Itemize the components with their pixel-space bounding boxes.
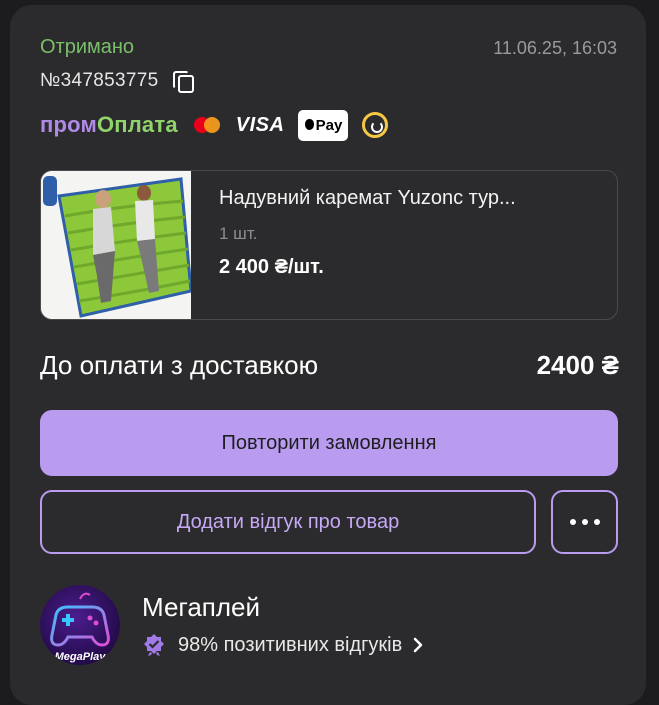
seller-rating-link[interactable]: 98% позитивних відгуків — [142, 633, 424, 657]
visa-logo: VISA — [235, 113, 285, 136]
verified-badge-icon — [144, 634, 164, 656]
prom-oplata-logo: промОплата — [40, 112, 178, 137]
copy-icon[interactable] — [172, 70, 195, 93]
repeat-order-button[interactable]: Повторити замовлення — [40, 410, 618, 476]
mastercard-icon — [192, 115, 222, 135]
order-number-row: №347853775 — [40, 70, 195, 93]
order-status: Отримано — [40, 36, 135, 58]
order-number: №347853775 — [40, 70, 159, 91]
more-dots-icon — [567, 519, 603, 525]
seller-rating-text: 98% позитивних відгуків — [178, 633, 403, 656]
total-value: 2400 ₴ — [536, 350, 619, 380]
product-quantity: 1 шт. — [219, 224, 258, 243]
add-review-button[interactable]: Додати відгук про товар — [40, 490, 536, 554]
product-name: Надувний каремат Yuzonc тур... — [219, 187, 516, 209]
payment-methods: промОплата VISA Pay — [40, 108, 389, 142]
apple-pay-icon: Pay — [298, 109, 349, 141]
seller-name[interactable]: Мегаплей — [142, 592, 260, 623]
product-info: Надувний каремат Yuzonc тур... 1 шт. 2 4… — [219, 185, 599, 279]
seller-avatar[interactable]: MegaPlay — [40, 585, 120, 665]
product-image — [41, 171, 191, 319]
chevron-right-icon — [414, 637, 423, 653]
payment-provider-icon — [362, 112, 389, 138]
order-datetime: 11.06.25, 16:03 — [493, 38, 617, 58]
total-label: До оплати з доставкою — [40, 350, 319, 380]
product-item[interactable]: Надувний каремат Yuzonc тур... 1 шт. 2 4… — [40, 170, 618, 320]
more-options-button[interactable] — [551, 490, 618, 554]
product-price: 2 400 ₴/шт. — [219, 256, 324, 278]
